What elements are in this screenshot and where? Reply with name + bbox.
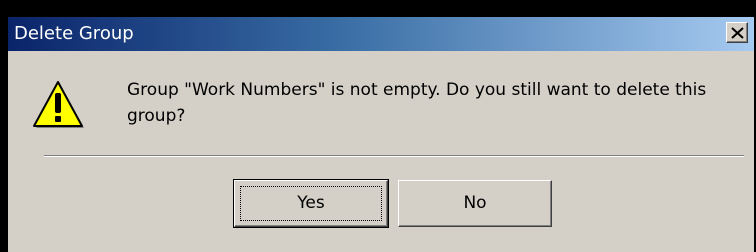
confirmation-message: Group "Work Numbers" is not empty. Do yo…	[127, 80, 707, 126]
yes-button-label: Yes	[297, 193, 325, 213]
warning-icon	[33, 81, 84, 128]
yes-button[interactable]: Yes	[233, 179, 389, 228]
no-button-label: No	[463, 193, 487, 213]
separator	[44, 155, 744, 157]
no-button[interactable]: No	[398, 180, 552, 227]
window-title: Delete Group	[14, 23, 134, 44]
delete-group-dialog: Delete Group Group "Work Numbers" is not…	[8, 17, 754, 252]
close-icon	[731, 27, 744, 39]
close-button[interactable]	[726, 22, 748, 43]
title-bar[interactable]: Delete Group	[8, 17, 754, 51]
